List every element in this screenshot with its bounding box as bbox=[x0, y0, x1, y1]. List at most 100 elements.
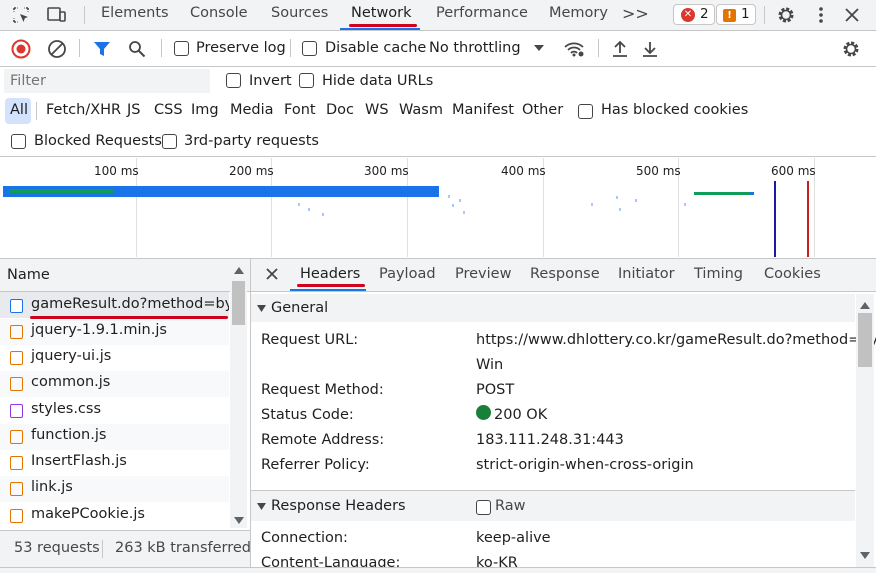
close-detail-icon[interactable] bbox=[264, 266, 280, 282]
disable-cache-checkbox[interactable] bbox=[302, 41, 317, 56]
type-filter-ws[interactable]: WS bbox=[365, 102, 389, 118]
tab-elements[interactable]: Elements bbox=[101, 5, 169, 21]
type-filter-media[interactable]: Media bbox=[230, 102, 274, 118]
type-filter-img[interactable]: Img bbox=[191, 102, 219, 118]
request-row[interactable]: common.js bbox=[0, 371, 229, 397]
request-name: InsertFlash.js bbox=[31, 453, 127, 469]
invert-checkbox[interactable] bbox=[226, 73, 241, 88]
timeline-domcontentloaded-marker bbox=[774, 181, 776, 257]
connection-value: keep-alive bbox=[476, 530, 551, 546]
tab-response[interactable]: Response bbox=[530, 266, 600, 282]
name-column-header[interactable]: Name bbox=[7, 267, 50, 283]
remote-address-label: Remote Address: bbox=[261, 432, 385, 448]
warning-badge[interactable]: ! 1 bbox=[716, 4, 756, 25]
throttling-dropdown-arrow-icon[interactable] bbox=[532, 43, 546, 53]
tab-memory[interactable]: Memory bbox=[549, 5, 608, 21]
timeline-bar-late-request bbox=[694, 192, 750, 195]
tab-console[interactable]: Console bbox=[190, 5, 248, 21]
error-badge[interactable]: ✕ 2 bbox=[673, 4, 715, 25]
network-conditions-wifi-icon[interactable] bbox=[562, 38, 586, 60]
script-file-icon bbox=[10, 456, 23, 470]
status-code-label: Status Code: bbox=[261, 407, 354, 423]
network-settings-gear-icon[interactable] bbox=[840, 38, 862, 60]
timeline-tick-500: 500 ms bbox=[636, 164, 681, 178]
type-filter-other[interactable]: Other bbox=[522, 102, 563, 118]
timeline-tick-400: 400 ms bbox=[501, 164, 546, 178]
type-filter-js[interactable]: JS bbox=[127, 102, 140, 118]
type-filter-css[interactable]: CSS bbox=[154, 102, 183, 118]
tab-preview[interactable]: Preview bbox=[455, 266, 511, 282]
timeline-speck bbox=[322, 213, 324, 216]
blocked-requests-checkbox[interactable] bbox=[11, 134, 26, 149]
request-name: styles.css bbox=[31, 401, 102, 417]
hide-data-urls-checkbox[interactable] bbox=[299, 73, 314, 88]
scroll-up-arrow-icon[interactable] bbox=[859, 300, 871, 310]
filter-input[interactable] bbox=[4, 69, 210, 93]
request-count: 53 requests bbox=[14, 540, 100, 556]
tab-sources[interactable]: Sources bbox=[271, 5, 328, 21]
close-devtools-icon[interactable] bbox=[841, 4, 863, 26]
inspect-element-icon[interactable] bbox=[10, 5, 32, 25]
remote-address-value: 183.111.248.31:443 bbox=[476, 432, 624, 448]
timeline-speck bbox=[619, 208, 621, 211]
throttling-select[interactable]: No throttling bbox=[429, 40, 521, 56]
timeline-speck bbox=[684, 203, 686, 206]
type-filter-all[interactable]: All bbox=[10, 102, 28, 118]
export-har-download-icon[interactable] bbox=[640, 38, 660, 60]
tab-timing[interactable]: Timing bbox=[694, 266, 743, 282]
tab-network[interactable]: Network bbox=[351, 5, 412, 21]
request-url-label: Request URL: bbox=[261, 332, 359, 348]
request-list-scroll-thumb[interactable] bbox=[232, 281, 245, 325]
scroll-down-arrow-icon[interactable] bbox=[233, 515, 245, 525]
filter-row: Invert Hide data URLs bbox=[0, 67, 876, 95]
preserve-log-checkbox[interactable] bbox=[174, 41, 189, 56]
tab-cookies[interactable]: Cookies bbox=[764, 266, 821, 282]
tab-headers[interactable]: Headers bbox=[300, 266, 360, 282]
request-name: link.js bbox=[31, 479, 73, 495]
main-tabbar: Elements Console Sources Network Perform… bbox=[0, 0, 876, 30]
type-filter-font[interactable]: Font bbox=[284, 102, 316, 118]
timeline-tick-300: 300 ms bbox=[364, 164, 409, 178]
more-tabs-icon[interactable]: >> bbox=[622, 4, 649, 23]
request-row[interactable]: function.js bbox=[0, 424, 229, 450]
filter-funnel-icon[interactable] bbox=[92, 38, 112, 60]
third-party-label: 3rd-party requests bbox=[184, 133, 319, 149]
request-row[interactable]: jquery-ui.js bbox=[0, 345, 229, 371]
import-har-upload-icon[interactable] bbox=[610, 38, 630, 60]
request-row[interactable]: styles.css bbox=[0, 398, 229, 424]
request-method-label: Request Method: bbox=[261, 382, 384, 398]
referrer-policy-value: strict-origin-when-cross-origin bbox=[476, 457, 694, 473]
script-file-icon bbox=[10, 377, 23, 391]
request-row[interactable]: makePCookie.js bbox=[0, 503, 229, 529]
clear-icon[interactable] bbox=[46, 38, 68, 60]
raw-checkbox[interactable] bbox=[476, 500, 491, 515]
more-options-icon[interactable] bbox=[812, 4, 830, 26]
detail-scroll-thumb[interactable] bbox=[858, 313, 872, 367]
search-icon[interactable] bbox=[127, 38, 147, 60]
type-filter-doc[interactable]: Doc bbox=[326, 102, 354, 118]
type-filter-wasm[interactable]: Wasm bbox=[399, 102, 443, 118]
timeline-tick-100: 100 ms bbox=[94, 164, 139, 178]
request-row[interactable]: link.js bbox=[0, 476, 229, 502]
settings-gear-icon[interactable] bbox=[775, 4, 797, 26]
script-file-icon bbox=[10, 430, 23, 444]
type-filter-manifest[interactable]: Manifest bbox=[452, 102, 514, 118]
warning-icon: ! bbox=[723, 9, 736, 22]
third-party-checkbox[interactable] bbox=[162, 134, 177, 149]
device-toolbar-icon[interactable] bbox=[46, 5, 68, 25]
request-row[interactable]: jquery-1.9.1.min.js bbox=[0, 319, 229, 345]
scroll-down-arrow-icon[interactable] bbox=[859, 550, 871, 560]
network-toolbar: Preserve log Disable cache No throttling bbox=[0, 31, 876, 66]
record-stop-icon[interactable] bbox=[10, 38, 32, 60]
collapse-triangle-icon[interactable] bbox=[256, 501, 266, 511]
tab-performance[interactable]: Performance bbox=[436, 5, 528, 21]
timeline-speck bbox=[448, 195, 450, 198]
tab-initiator[interactable]: Initiator bbox=[618, 266, 675, 282]
has-blocked-cookies-checkbox[interactable] bbox=[578, 104, 593, 119]
sort-ascending-icon[interactable] bbox=[233, 265, 245, 275]
collapse-triangle-icon[interactable] bbox=[256, 303, 266, 313]
request-row[interactable]: InsertFlash.js bbox=[0, 450, 229, 476]
type-filter-fetch-xhr[interactable]: Fetch/XHR bbox=[46, 102, 121, 118]
tab-payload[interactable]: Payload bbox=[379, 266, 436, 282]
general-section-header[interactable] bbox=[251, 294, 855, 322]
